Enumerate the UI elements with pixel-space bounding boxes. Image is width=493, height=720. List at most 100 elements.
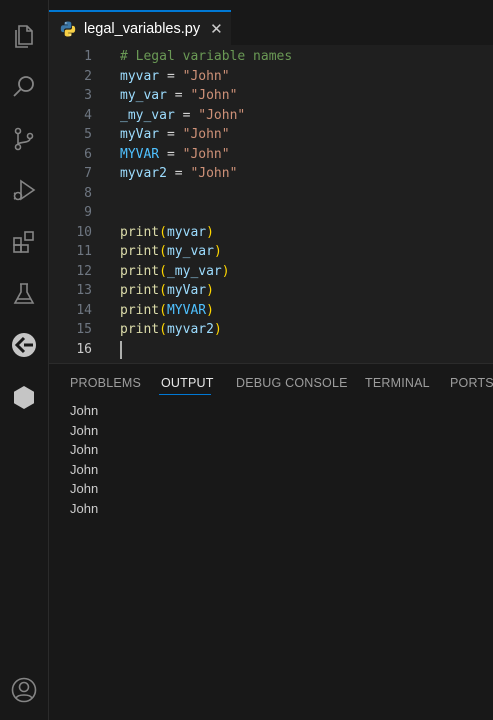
code-line[interactable]: 2 myvar = "John": [49, 67, 493, 87]
code-line[interactable]: 10 print(myvar): [49, 223, 493, 243]
code-line[interactable]: 5 myVar = "John": [49, 125, 493, 145]
line-number: 10: [76, 224, 92, 240]
line-number: 12: [76, 263, 92, 279]
code-text: # Legal variable names: [120, 47, 292, 67]
line-number: 3: [84, 88, 92, 103]
code-token: myVar: [120, 127, 160, 142]
code-token: # Legal variable names: [120, 49, 293, 64]
line-number: 5: [84, 127, 92, 142]
code-token: ): [213, 244, 222, 259]
code-token: myvar: [120, 68, 160, 84]
bottom-panel: PROBLEMS OUTPUT DEBUG CONSOLE TERMINAL P…: [49, 363, 493, 720]
code-token: (: [159, 302, 167, 318]
code-token: MYVAR: [166, 302, 207, 318]
line-number: 7: [84, 166, 92, 181]
code-text: print(myVar): [120, 281, 214, 301]
tab-ports[interactable]: PORTS: [450, 376, 493, 390]
code-line[interactable]: 16: [49, 340, 493, 360]
code-text: myVar = "John": [120, 125, 230, 145]
testing-icon[interactable]: [0, 270, 48, 318]
code-text: print(myvar): [120, 223, 214, 243]
close-icon[interactable]: ✕: [210, 20, 223, 38]
code-line[interactable]: 1 # Legal variable names: [49, 47, 493, 67]
code-token: "John": [190, 166, 238, 181]
line-number: 4: [84, 107, 92, 123]
remote-explorer-icon[interactable]: [0, 321, 48, 369]
tab-output[interactable]: OUTPUT: [161, 376, 214, 390]
tab-problems[interactable]: PROBLEMS: [70, 376, 141, 390]
text-cursor: [120, 340, 122, 359]
code-token: =: [159, 146, 183, 162]
line-number: 8: [84, 185, 92, 201]
code-token: print: [120, 244, 160, 259]
line-number: 9: [84, 205, 92, 220]
code-line[interactable]: 15 print(myvar2): [49, 320, 493, 340]
active-tab-indicator: [159, 394, 211, 395]
code-line[interactable]: 9: [49, 203, 493, 223]
activity-bar: [0, 0, 49, 720]
code-token: ): [221, 263, 230, 279]
code-token: myvar2: [166, 322, 214, 337]
code-text: print(myvar2): [120, 320, 222, 340]
code-token: ): [206, 224, 214, 240]
code-text: print(_my_var): [120, 262, 230, 282]
files-icon[interactable]: [0, 12, 48, 60]
line-number: 13: [76, 283, 92, 298]
code-token: ): [206, 283, 214, 298]
code-token: =: [166, 166, 191, 181]
code-line[interactable]: 13 print(myVar): [49, 281, 493, 301]
code-token: =: [174, 107, 199, 123]
code-line[interactable]: 12 print(_my_var): [49, 262, 493, 282]
code-token: =: [166, 88, 191, 103]
line-number: 16: [76, 341, 92, 357]
code-line[interactable]: 3 my_var = "John": [49, 86, 493, 106]
hexagon-icon[interactable]: [0, 373, 48, 421]
line-number: 14: [76, 302, 92, 318]
code-token: "John": [182, 127, 230, 142]
search-icon[interactable]: [0, 63, 48, 111]
tab-terminal[interactable]: TERMINAL: [365, 376, 430, 390]
output-line: John: [70, 422, 99, 438]
run-debug-icon[interactable]: [0, 166, 48, 214]
line-number: 11: [76, 244, 92, 259]
code-token: print: [120, 322, 160, 337]
title-strip: [49, 0, 493, 10]
line-number: 1: [84, 49, 92, 64]
code-token: "John": [198, 107, 246, 123]
code-text: myvar = "John": [120, 67, 230, 87]
code-token: (: [159, 263, 167, 279]
code-token: (: [159, 322, 167, 337]
code-line[interactable]: 8: [49, 184, 493, 204]
code-token: MYVAR: [120, 146, 160, 162]
code-token: my_var: [120, 88, 167, 103]
code-line[interactable]: 6 MYVAR = "John": [49, 145, 493, 165]
code-text: print(my_var): [120, 242, 222, 262]
extensions-icon[interactable]: [0, 218, 48, 266]
code-line[interactable]: 7 myvar2 = "John": [49, 164, 493, 184]
code-text: MYVAR = "John": [120, 145, 230, 165]
code-line[interactable]: 14 print(MYVAR): [49, 301, 493, 321]
editor-tab[interactable]: legal_variables.py ✕: [49, 10, 231, 45]
tab-filename: legal_variables.py: [84, 20, 201, 37]
code-token: _my_var: [166, 263, 222, 279]
code-token: ): [213, 322, 222, 337]
source-control-icon[interactable]: [0, 115, 48, 163]
code-token: (: [159, 283, 167, 298]
code-line[interactable]: 4 _my_var = "John": [49, 106, 493, 126]
line-number: 15: [76, 322, 92, 337]
output-line: John: [70, 481, 99, 496]
code-token: myvar2: [120, 166, 167, 181]
output-line: John: [70, 500, 99, 516]
output-line: John: [70, 442, 99, 457]
account-icon[interactable]: [0, 666, 48, 714]
code-line[interactable]: 11 print(my_var): [49, 242, 493, 262]
output-line: John: [70, 461, 99, 477]
code-token: "John": [190, 88, 238, 103]
code-token: _my_var: [120, 107, 175, 123]
code-token: =: [159, 68, 183, 84]
code-token: myVar: [166, 283, 207, 298]
code-token: "John": [182, 68, 230, 84]
code-editor[interactable]: 1 # Legal variable names 2 myvar = "John" 3 m…: [49, 45, 493, 363]
tab-debug-console[interactable]: DEBUG CONSOLE: [236, 376, 348, 390]
code-token: my_var: [166, 244, 214, 259]
